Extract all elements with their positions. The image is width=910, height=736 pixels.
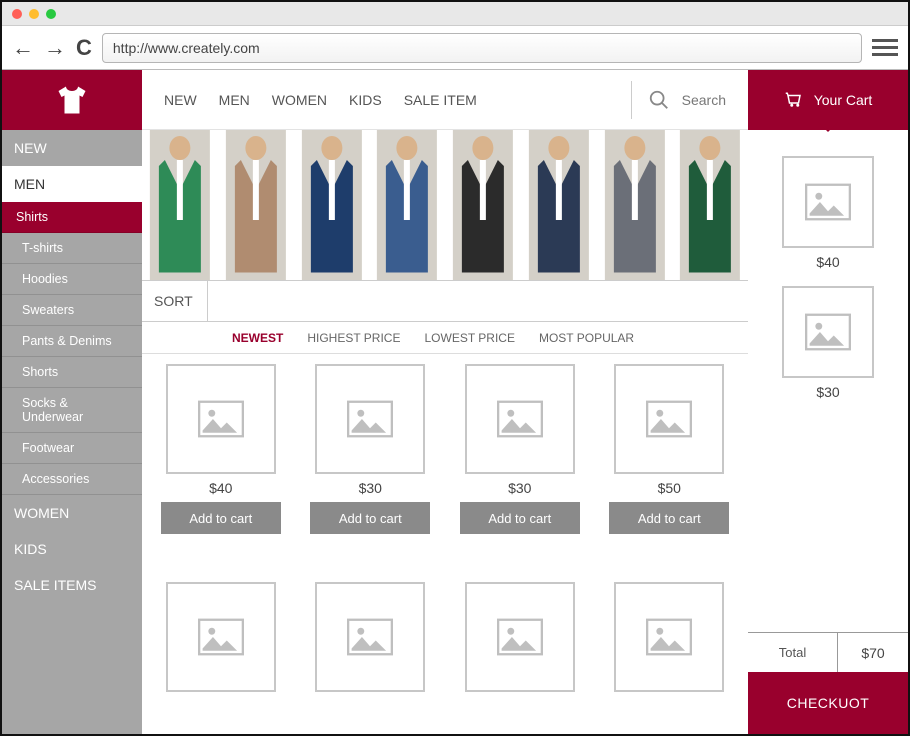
product-image-placeholder[interactable] <box>166 582 276 692</box>
hero-figure <box>294 130 370 280</box>
total-label: Total <box>748 633 838 672</box>
cart-header[interactable]: Your Cart <box>748 70 908 130</box>
product-price: $30 <box>359 480 382 496</box>
product-card: $30 Add to cart <box>308 364 434 566</box>
sidebar-sub-socks-underwear[interactable]: Socks & Underwear <box>2 388 142 433</box>
sidebar-sub-accessories[interactable]: Accessories <box>2 464 142 495</box>
sidebar-men[interactable]: MEN <box>2 166 142 202</box>
hero-figure <box>369 130 445 280</box>
product-image-placeholder[interactable] <box>614 582 724 692</box>
topnav-sale-item[interactable]: SALE ITEM <box>404 92 477 108</box>
sort-bar: SORT <box>142 280 748 322</box>
sidebar-sub-shorts[interactable]: Shorts <box>2 357 142 388</box>
logo[interactable] <box>2 70 142 130</box>
sort-highest-price[interactable]: HIGHEST PRICE <box>307 331 400 345</box>
product-card <box>607 582 733 724</box>
top-nav: NEW MEN WOMEN KIDS SALE ITEM Search <box>142 70 748 130</box>
cart-item-price: $40 <box>816 254 839 270</box>
url-bar[interactable]: http://www.creately.com <box>102 33 862 63</box>
sidebar-sub-pants-denims[interactable]: Pants & Denims <box>2 326 142 357</box>
hero-figure <box>521 130 597 280</box>
topnav-women[interactable]: WOMEN <box>272 92 327 108</box>
sort-options: NEWEST HIGHEST PRICE LOWEST PRICE MOST POPU… <box>142 322 748 354</box>
product-image-placeholder[interactable] <box>166 364 276 474</box>
product-image-placeholder[interactable] <box>465 582 575 692</box>
hero-figure <box>597 130 673 280</box>
cart-item-image[interactable] <box>782 156 874 248</box>
tshirt-icon <box>54 82 90 118</box>
add-to-cart-button[interactable]: Add to cart <box>310 502 430 534</box>
cart-total-row: Total $70 <box>748 632 908 672</box>
product-image-placeholder[interactable] <box>465 364 575 474</box>
sidebar-women[interactable]: WOMEN <box>2 495 142 531</box>
product-grid: $40 Add to cart $30 Add to cart $30 Add to ca… <box>142 354 748 734</box>
hero-banner <box>142 130 748 280</box>
product-price: $40 <box>209 480 232 496</box>
sidebar-sub-sweaters[interactable]: Sweaters <box>2 295 142 326</box>
product-card <box>457 582 583 724</box>
add-to-cart-button[interactable]: Add to cart <box>609 502 729 534</box>
search[interactable]: Search <box>631 81 726 119</box>
add-to-cart-button[interactable]: Add to cart <box>460 502 580 534</box>
cart-item-price: $30 <box>816 384 839 400</box>
forward-icon[interactable]: → <box>44 35 66 61</box>
topnav-men[interactable]: MEN <box>219 92 250 108</box>
hero-figure <box>142 130 218 280</box>
sort-most-popular[interactable]: MOST POPULAR <box>539 331 634 345</box>
refresh-icon[interactable]: C <box>76 35 92 61</box>
maximize-dot[interactable] <box>46 9 56 19</box>
product-image-placeholder[interactable] <box>614 364 724 474</box>
sidebar-sub-hoodies[interactable]: Hoodies <box>2 264 142 295</box>
cart-item: $30 <box>782 286 874 400</box>
cart-panel: Your Cart $40 $30 Total $70 CHECKUOT <box>748 70 908 734</box>
sidebar-sub-footwear[interactable]: Footwear <box>2 433 142 464</box>
cart-icon <box>784 91 804 109</box>
product-price: $30 <box>508 480 531 496</box>
sort-label: SORT <box>154 281 208 321</box>
sort-lowest-price[interactable]: LOWEST PRICE <box>424 331 514 345</box>
back-icon[interactable]: ← <box>12 35 34 61</box>
hero-figure <box>445 130 521 280</box>
sidebar-kids[interactable]: KIDS <box>2 531 142 567</box>
close-dot[interactable] <box>12 9 22 19</box>
minimize-dot[interactable] <box>29 9 39 19</box>
sidebar-sale-items[interactable]: SALE ITEMS <box>2 567 142 603</box>
product-card: $40 Add to cart <box>158 364 284 566</box>
search-icon <box>648 89 670 111</box>
cart-item: $40 <box>782 156 874 270</box>
product-price: $50 <box>658 480 681 496</box>
product-card: $50 Add to cart <box>607 364 733 566</box>
hero-figure <box>672 130 748 280</box>
total-value: $70 <box>838 645 908 661</box>
cart-item-image[interactable] <box>782 286 874 378</box>
menu-icon[interactable] <box>872 39 898 56</box>
search-placeholder: Search <box>682 92 726 108</box>
product-card <box>158 582 284 724</box>
sidebar: NEWMEN ShirtsT-shirtsHoodiesSweatersPant… <box>2 70 142 734</box>
topnav-new[interactable]: NEW <box>164 92 197 108</box>
sort-newest[interactable]: NEWEST <box>232 331 283 345</box>
main-content: NEW MEN WOMEN KIDS SALE ITEM Search SORT NEW… <box>142 70 748 734</box>
add-to-cart-button[interactable]: Add to cart <box>161 502 281 534</box>
product-image-placeholder[interactable] <box>315 364 425 474</box>
window-titlebar <box>2 2 908 26</box>
sidebar-new[interactable]: NEW <box>2 130 142 166</box>
product-card: $30 Add to cart <box>457 364 583 566</box>
browser-toolbar: ← → C http://www.creately.com <box>2 26 908 70</box>
product-card <box>308 582 434 724</box>
checkout-button[interactable]: CHECKUOT <box>748 672 908 734</box>
product-image-placeholder[interactable] <box>315 582 425 692</box>
sidebar-sub-shirts[interactable]: Shirts <box>2 202 142 233</box>
hero-figure <box>218 130 294 280</box>
sidebar-sub-t-shirts[interactable]: T-shirts <box>2 233 142 264</box>
topnav-kids[interactable]: KIDS <box>349 92 382 108</box>
